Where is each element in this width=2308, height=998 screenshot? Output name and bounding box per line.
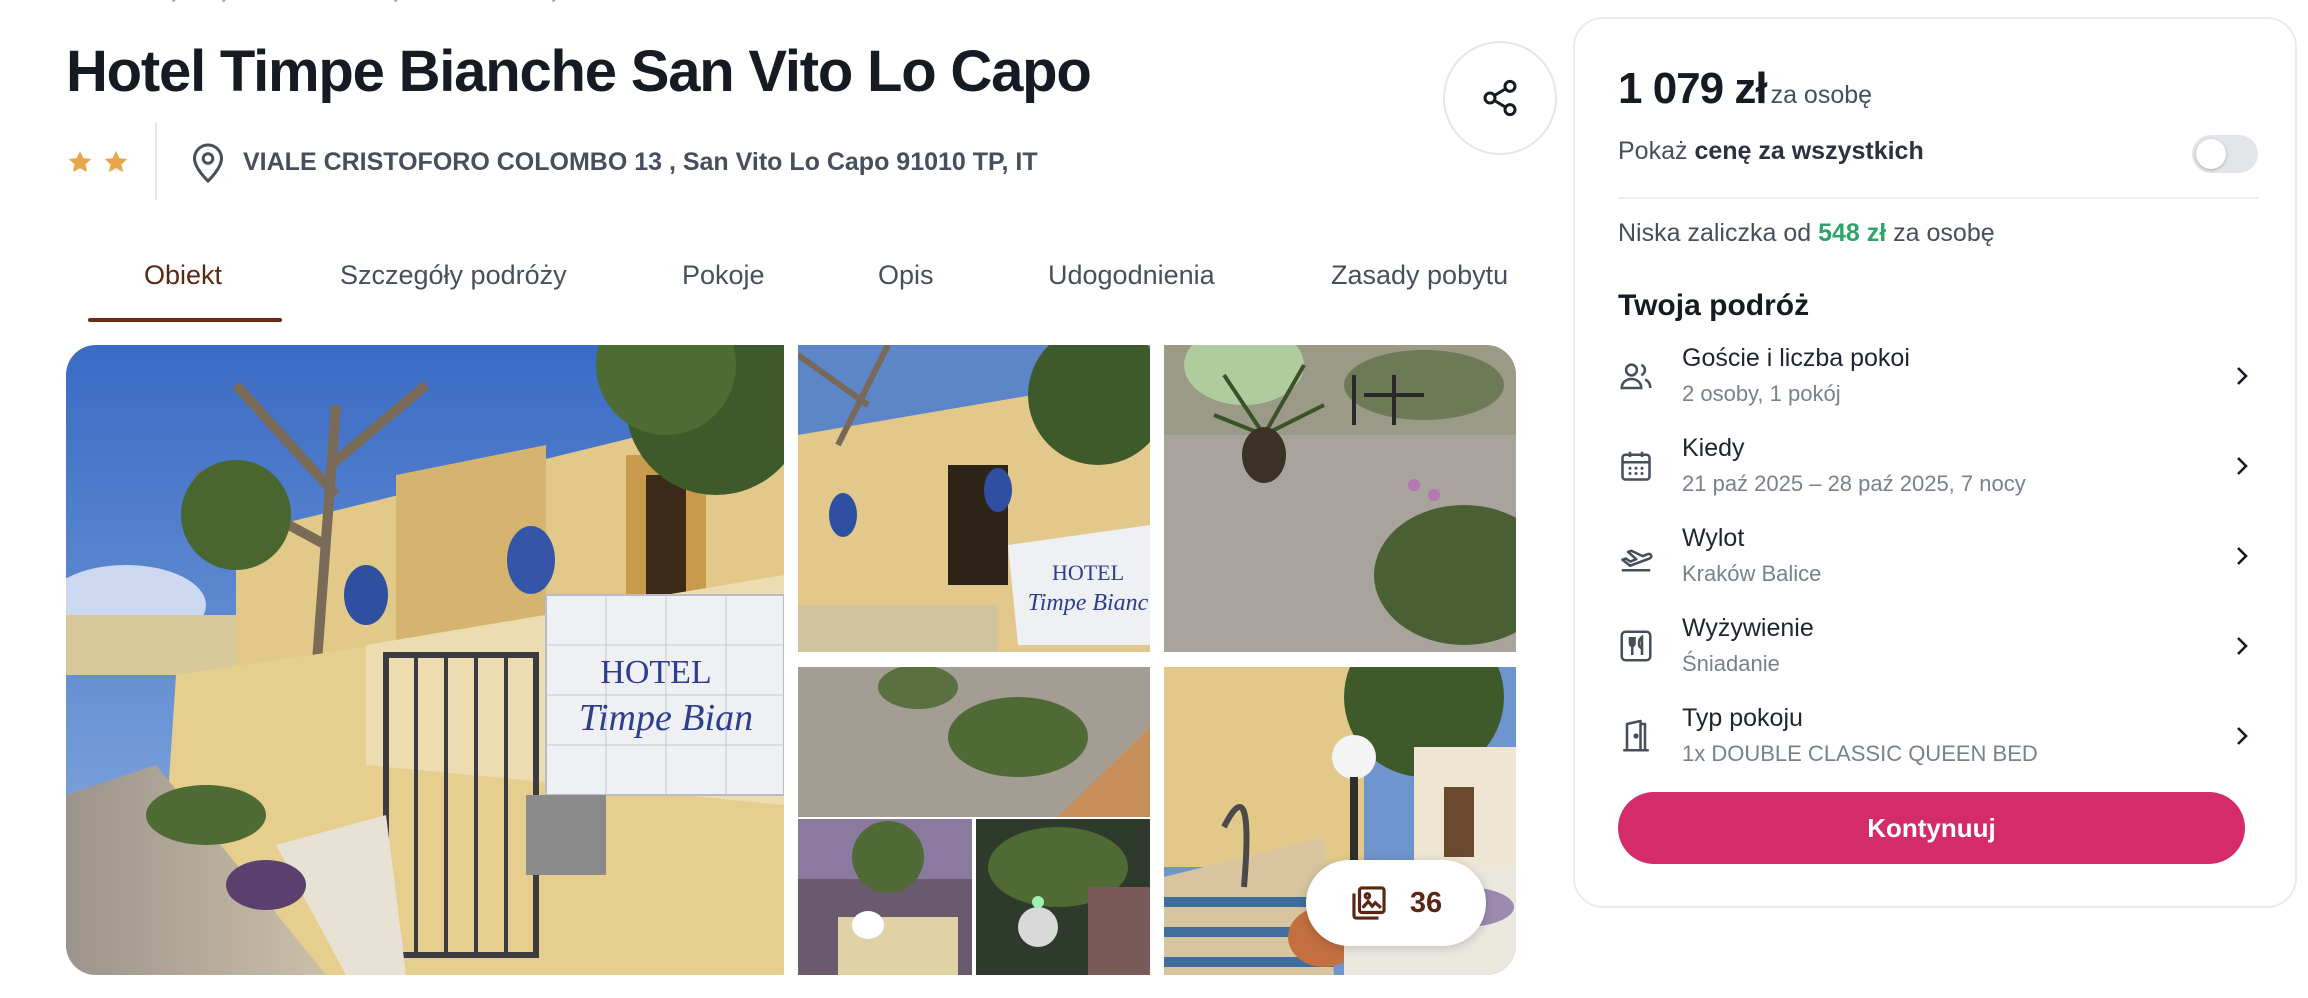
- trip-row-label: Wylot: [1682, 524, 1745, 552]
- trip-row-room-type[interactable]: Typ pokoju 1x DOUBLE CLASSIC QUEEN BED: [1618, 704, 2258, 784]
- booking-card: 1 079 zł za osobę Pokaż cenę za wszystkic…: [1573, 17, 2297, 908]
- photo-library-icon: [1352, 886, 1386, 920]
- trip-row-dates[interactable]: Kiedy 21 paź 2025 – 28 paź 2025, 7 nocy: [1618, 434, 2258, 514]
- trip-row-value: 2 osoby, 1 pokój: [1682, 381, 1841, 406]
- chevron-right-icon: [2237, 727, 2248, 745]
- hotel-address: VIALE CRISTOFORO COLOMBO 13 , San Vito L…: [243, 148, 1038, 176]
- tab-udogodnienia[interactable]: Udogodnienia: [1048, 260, 1215, 291]
- toggle-label-bold: cenę za wszystkich: [1694, 137, 1924, 165]
- gallery-photo-2[interactable]: HOTEL Timpe Bianc: [798, 345, 1150, 652]
- gallery-photo-4[interactable]: [798, 667, 1150, 975]
- divider: [155, 122, 157, 200]
- room-door-icon: [1623, 719, 1649, 752]
- page-title: Hotel Timpe Bianche San Vito Lo Capo: [66, 39, 1092, 104]
- trip-row-label: Goście i liczba pokoi: [1682, 344, 1910, 372]
- trip-row-label: Kiedy: [1682, 434, 1745, 462]
- trip-row-label: Typ pokoju: [1682, 704, 1803, 732]
- trip-row-guests[interactable]: Goście i liczba pokoi 2 osoby, 1 pokój: [1618, 344, 2258, 424]
- continue-button[interactable]: Kontynuuj: [1618, 792, 2245, 864]
- total-price-toggle[interactable]: [2192, 135, 2258, 173]
- star-rating: [66, 148, 130, 176]
- tab-pokoje[interactable]: Pokoje: [682, 260, 765, 291]
- svg-text:HOTEL: HOTEL: [1052, 560, 1124, 585]
- deposit-amount: 548 zł: [1818, 219, 1887, 247]
- deposit-suffix: za osobę: [1893, 219, 1995, 247]
- gallery-photo-3[interactable]: [1164, 345, 1516, 652]
- price-unit: za osobę: [1770, 81, 1873, 109]
- gallery-photo-main[interactable]: HOTEL Timpe Bian: [66, 345, 784, 975]
- share-icon: [1483, 79, 1517, 117]
- price: 1 079 zł: [1618, 64, 1768, 113]
- trip-row-meal[interactable]: Wyżywienie Śniadanie: [1618, 614, 2258, 694]
- svg-text:Timpe Bian: Timpe Bian: [579, 697, 753, 739]
- location-pin-icon: [192, 143, 224, 184]
- svg-text:Timpe Bianc: Timpe Bianc: [1028, 590, 1149, 616]
- photo-gallery: HOTEL Timpe Bian HOTEL Timpe Bianc 36: [66, 345, 1516, 975]
- trip-row-value: 1x DOUBLE CLASSIC QUEEN BED: [1682, 741, 2038, 766]
- share-button[interactable]: [1443, 41, 1557, 155]
- breadcrumb: [66, 0, 726, 4]
- photo-count: 36: [1409, 886, 1443, 919]
- tab-obiekt[interactable]: Obiekt: [144, 260, 222, 291]
- plane-departure-icon: [1621, 549, 1653, 572]
- toggle-label-prefix: Pokaż: [1618, 137, 1688, 165]
- deposit-prefix: Niska zaliczka od: [1618, 219, 1812, 247]
- tab-szczegoly-podrozy[interactable]: Szczegóły podróży: [340, 260, 567, 291]
- trip-row-departure[interactable]: Wylot Kraków Balice: [1618, 524, 2258, 604]
- tab-opis[interactable]: Opis: [878, 260, 934, 291]
- chevron-right-icon: [2237, 457, 2248, 475]
- trip-row-value: Śniadanie: [1682, 651, 1780, 676]
- total-price-toggle-row: Pokaż cenę za wszystkich: [1618, 131, 2258, 175]
- trip-row-label: Wyżywienie: [1682, 614, 1814, 642]
- guests-icon: [1620, 363, 1652, 390]
- chevron-right-icon: [2237, 547, 2248, 565]
- meal-icon: [1620, 630, 1652, 662]
- trip-row-value: 21 paź 2025 – 28 paź 2025, 7 nocy: [1682, 471, 2026, 496]
- active-tab-indicator: [88, 318, 282, 322]
- chevron-right-icon: [2237, 637, 2248, 655]
- tab-zasady-pobytu[interactable]: Zasady pobytu: [1331, 260, 1508, 291]
- star-icon: [104, 150, 128, 173]
- divider: [1618, 197, 2258, 199]
- trip-row-value: Kraków Balice: [1682, 561, 1822, 586]
- trip-section-title: Twoja podróż: [1618, 289, 1810, 322]
- tab-bar: Obiekt Szczegóły podróży Pokoje Opis Udo…: [88, 250, 1518, 324]
- total-price-toggle-label: Pokaż cenę za wszystkich: [1618, 137, 1924, 166]
- photo-count-button[interactable]: 36: [1306, 860, 1486, 946]
- price-row: 1 079 zł za osobę: [1618, 64, 1872, 114]
- deposit-info: Niska zaliczka od 548 zł za osobę: [1618, 219, 1995, 248]
- svg-text:HOTEL: HOTEL: [600, 654, 711, 691]
- chevron-right-icon: [2237, 367, 2248, 385]
- calendar-icon: [1621, 451, 1651, 481]
- star-icon: [68, 150, 92, 173]
